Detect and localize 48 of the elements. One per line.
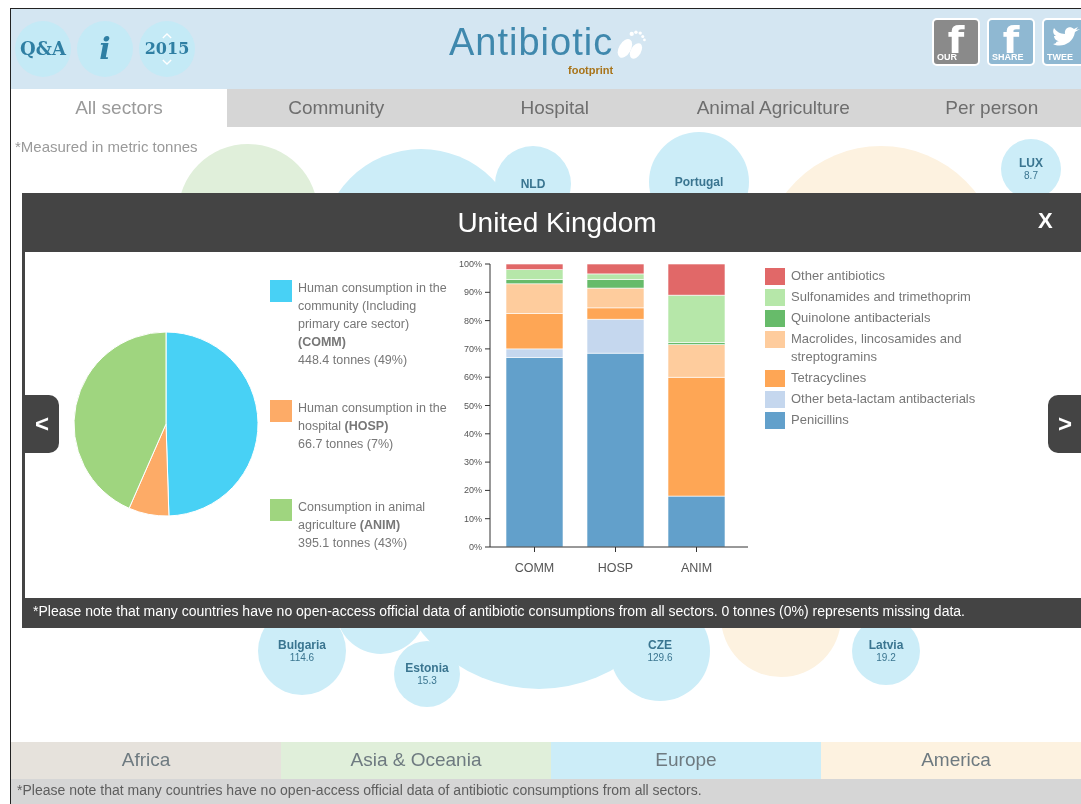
legend-label: Tetracyclines [791,369,867,387]
x-axis-label: ANIM [680,561,713,575]
sector-tab[interactable]: Community [227,89,446,127]
y-tick-label: 40% [464,428,482,439]
unit-note: *Measured in metric tonnes [15,137,198,155]
sector-tab[interactable]: Animal Agriculture [664,89,883,127]
legend-amount: 66.7 tonnes (7%) [298,436,395,453]
legend-amount: 448.4 tonnes (49%) [298,352,409,369]
round-button[interactable]: 2015 [139,21,195,78]
y-tick-label: 30% [464,457,482,468]
y-tick-label: 0% [469,542,482,552]
share-button[interactable]: TWEE [1042,18,1081,66]
y-tick-label: 20% [464,485,482,496]
x-axis-label: COMM [514,561,555,575]
close-button[interactable]: X [1032,207,1059,235]
legend-label: Macrolides, lincosamides and streptogramins [791,330,963,366]
footnote: *Please note that many countries have no open-access official data of antibiotic consumptions from all sectors. [17,782,702,799]
legend-label: Other beta-lactam antibacterials [791,390,976,408]
logo-subtitle: footprint [568,64,614,76]
y-tick-label: 90% [464,287,482,298]
region-tab[interactable]: Africa [11,741,281,780]
round-button[interactable]: i [77,21,133,78]
logo-title: Antibiotic [449,21,614,64]
region-tab[interactable]: America [821,741,1081,780]
sector-tab[interactable]: Hospital [445,89,664,127]
y-tick-label: 60% [464,372,482,383]
y-tick-label: 50% [464,400,482,411]
legend-label: Quinolone antibacterials [791,309,931,327]
previous-button[interactable]: < [25,395,59,453]
legend-label: Penicillins [791,411,849,429]
legend-label: Other antibiotics [791,267,885,285]
y-tick-label: 80% [464,315,482,326]
legend-amount: 395.1 tonnes (43%) [298,535,409,552]
chevron-down-icon [162,59,172,66]
next-button[interactable]: > [1048,395,1081,453]
legend-label: Human consumption in the hospital (HOSP) [298,400,448,435]
round-button[interactable]: Q&A [15,21,71,78]
legend-label: Consumption in animal agriculture (ANIM) [298,499,427,534]
x-axis-label: HOSP [597,561,634,575]
y-tick-label: 10% [464,513,482,524]
region-tab[interactable]: Asia & Oceania [281,741,551,780]
legend-label: Human consumption in the community (Including primary care sector) (COMM) [298,280,448,351]
legend-label: Sulfonamides and trimethoprim [791,288,971,306]
region-tab[interactable]: Europe [551,741,821,780]
y-tick-label: 70% [464,343,482,354]
sector-tab[interactable]: Per person [882,89,1081,127]
y-tick-label: 100% [458,259,482,269]
chevron-up-icon [162,33,172,40]
